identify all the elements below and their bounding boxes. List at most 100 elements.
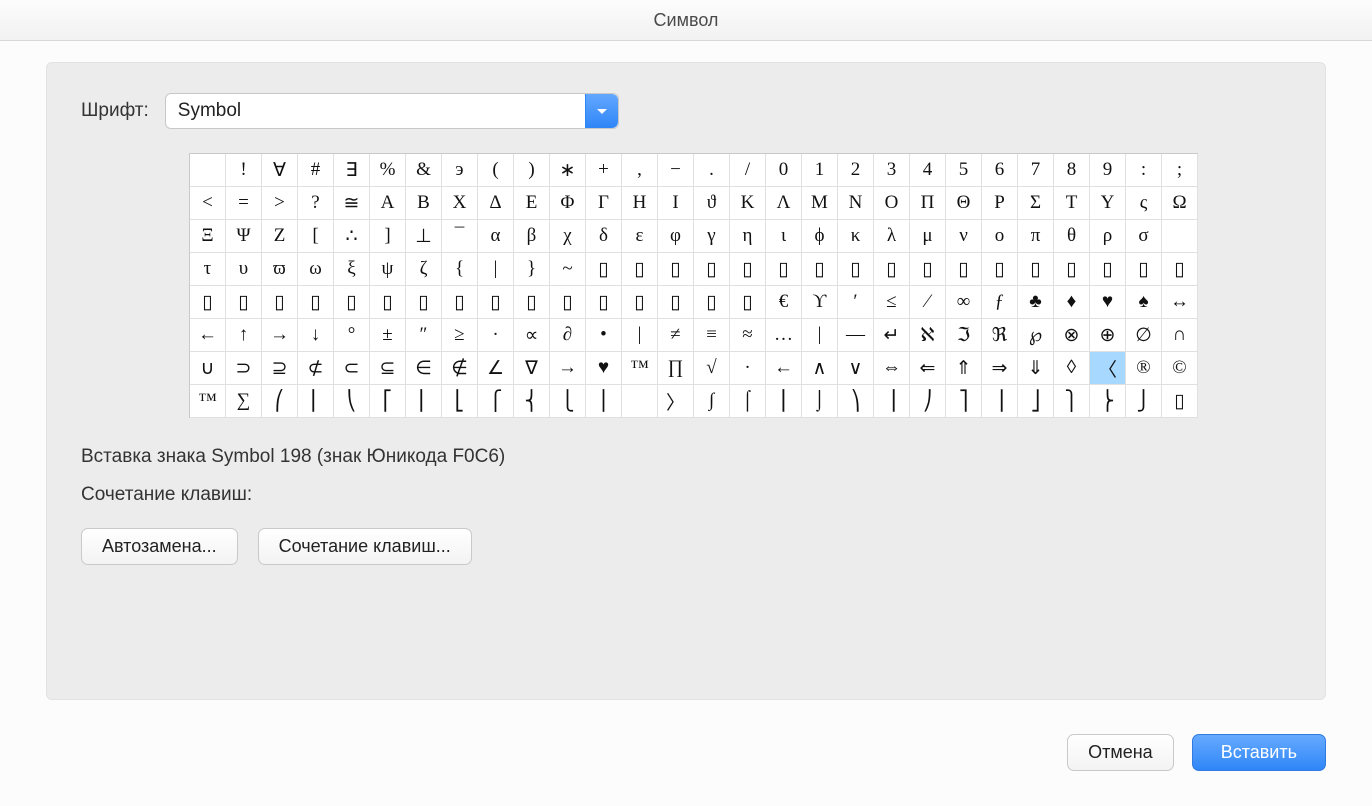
symbol-cell[interactable]: ™: [190, 385, 226, 418]
symbol-cell[interactable]: β: [514, 220, 550, 253]
symbol-cell[interactable]: ϕ: [802, 220, 838, 253]
symbol-cell[interactable]: ←: [190, 319, 226, 352]
symbol-cell[interactable]: 3: [874, 154, 910, 187]
symbol-cell[interactable]: ©: [1162, 352, 1198, 385]
symbol-cell[interactable]: ⎛: [262, 385, 298, 418]
symbol-cell[interactable]: ▯: [658, 253, 694, 286]
symbol-cell[interactable]: ▯: [586, 253, 622, 286]
symbol-cell[interactable]: ψ: [370, 253, 406, 286]
symbol-cell[interactable]: ▯: [694, 286, 730, 319]
symbol-cell[interactable]: °: [334, 319, 370, 352]
symbol-cell[interactable]: ⎠: [910, 385, 946, 418]
symbol-cell[interactable]: ⎩: [550, 385, 586, 418]
symbol-cell[interactable]: ∃: [334, 154, 370, 187]
font-dropdown-button[interactable]: [585, 94, 618, 128]
symbol-cell[interactable]: ∈: [406, 352, 442, 385]
symbol-cell[interactable]: |: [622, 319, 658, 352]
symbol-cell[interactable]: Ζ: [262, 220, 298, 253]
symbol-cell[interactable]: Σ: [1018, 187, 1054, 220]
symbol-cell[interactable]: ς: [1126, 187, 1162, 220]
symbol-cell[interactable]: ±: [370, 319, 406, 352]
font-combobox[interactable]: Symbol: [165, 93, 619, 129]
symbol-cell[interactable]: Α: [370, 187, 406, 220]
symbol-cell[interactable]: ⎣: [442, 385, 478, 418]
symbol-cell[interactable]: ℘: [1018, 319, 1054, 352]
symbol-cell[interactable]: ℑ: [946, 319, 982, 352]
symbol-cell[interactable]: 6: [982, 154, 1018, 187]
symbol-cell[interactable]: ▯: [514, 286, 550, 319]
symbol-cell[interactable]: 7: [1018, 154, 1054, 187]
symbol-cell[interactable]: =: [226, 187, 262, 220]
symbol-cell[interactable]: <: [190, 187, 226, 220]
symbol-grid[interactable]: !∀#∃%&э()∗+,−./0123456789:;<=>?≅ΑΒΧΔΕΦΓΗ…: [189, 153, 1198, 418]
symbol-cell[interactable]: Ι: [658, 187, 694, 220]
symbol-cell[interactable]: ρ: [1090, 220, 1126, 253]
symbol-cell[interactable]: ;: [1162, 154, 1198, 187]
symbol-cell[interactable]: ″: [406, 319, 442, 352]
symbol-cell[interactable]: ε: [622, 220, 658, 253]
symbol-cell[interactable]: ⎧: [478, 385, 514, 418]
symbol-cell[interactable]: ∑: [226, 385, 262, 418]
symbol-cell[interactable]: ′: [838, 286, 874, 319]
symbol-cell[interactable]: ⎭: [1126, 385, 1162, 418]
symbol-cell[interactable]: }: [514, 253, 550, 286]
symbol-cell[interactable]: ∏: [658, 352, 694, 385]
symbol-cell[interactable]: Λ: [766, 187, 802, 220]
symbol-cell[interactable]: ∴: [334, 220, 370, 253]
symbol-cell[interactable]: χ: [550, 220, 586, 253]
symbol-cell[interactable]: ⊃: [226, 352, 262, 385]
symbol-cell[interactable]: (: [478, 154, 514, 187]
symbol-cell[interactable]: Μ: [802, 187, 838, 220]
symbol-cell[interactable]: ϖ: [262, 253, 298, 286]
symbol-cell[interactable]: τ: [190, 253, 226, 286]
symbol-cell[interactable]: ⎨: [514, 385, 550, 418]
symbol-cell[interactable]: ⊇: [262, 352, 298, 385]
symbol-cell[interactable]: Ο: [874, 187, 910, 220]
symbol-cell[interactable]: ≥: [442, 319, 478, 352]
symbol-cell[interactable]: ·: [478, 319, 514, 352]
symbol-cell[interactable]: ⎦: [1018, 385, 1054, 418]
symbol-cell[interactable]: ϒ: [802, 286, 838, 319]
symbol-cell[interactable]: ⇐: [910, 352, 946, 385]
symbol-cell[interactable]: ≠: [658, 319, 694, 352]
symbol-cell[interactable]: ⎜: [298, 385, 334, 418]
symbol-cell[interactable]: ▯: [478, 286, 514, 319]
symbol-cell[interactable]: ∂: [550, 319, 586, 352]
symbol-cell[interactable]: ▯: [658, 286, 694, 319]
symbol-cell[interactable]: ▯: [334, 286, 370, 319]
symbol-cell[interactable]: Η: [622, 187, 658, 220]
symbol-cell[interactable]: Ε: [514, 187, 550, 220]
symbol-cell[interactable]: ▯: [550, 286, 586, 319]
symbol-cell[interactable]: ⎟: [874, 385, 910, 418]
symbol-cell[interactable]: ⊗: [1054, 319, 1090, 352]
symbol-cell[interactable]: Γ: [586, 187, 622, 220]
symbol-cell[interactable]: ≡: [694, 319, 730, 352]
symbol-cell[interactable]: ®: [1126, 352, 1162, 385]
symbol-cell[interactable]: ⊕: [1090, 319, 1126, 352]
symbol-cell[interactable]: ⎥: [982, 385, 1018, 418]
symbol-cell[interactable]: Θ: [946, 187, 982, 220]
symbol-cell[interactable]: >: [262, 187, 298, 220]
symbol-cell[interactable]: [622, 385, 658, 418]
symbol-cell[interactable]: ,: [622, 154, 658, 187]
symbol-cell[interactable]: ⊂: [334, 352, 370, 385]
symbol-cell[interactable]: €: [766, 286, 802, 319]
symbol-cell[interactable]: ⎪: [586, 385, 622, 418]
symbol-cell[interactable]: Ω: [1162, 187, 1198, 220]
symbol-cell[interactable]: ∞: [946, 286, 982, 319]
symbol-cell[interactable]: ℵ: [910, 319, 946, 352]
symbol-cell[interactable]: |: [478, 253, 514, 286]
symbol-cell[interactable]: π: [1018, 220, 1054, 253]
symbol-cell[interactable]: ): [514, 154, 550, 187]
symbol-cell[interactable]: ←: [766, 352, 802, 385]
symbol-cell[interactable]: ▯: [1126, 253, 1162, 286]
symbol-cell[interactable]: ⎮: [766, 385, 802, 418]
symbol-cell[interactable]: ≈: [730, 319, 766, 352]
symbol-cell[interactable]: ▯: [730, 286, 766, 319]
symbol-cell[interactable]: ↔: [1162, 286, 1198, 319]
insert-button[interactable]: Вставить: [1192, 734, 1326, 771]
symbol-cell[interactable]: η: [730, 220, 766, 253]
symbol-cell[interactable]: ∗: [550, 154, 586, 187]
symbol-cell[interactable]: ∠: [478, 352, 514, 385]
symbol-cell[interactable]: υ: [226, 253, 262, 286]
